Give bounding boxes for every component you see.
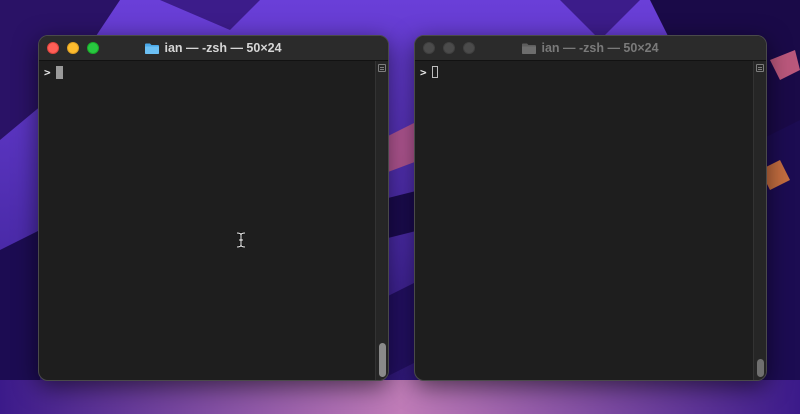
terminal-output[interactable]: > [39, 61, 376, 380]
window-title: ian — -zsh — 50×24 [164, 41, 282, 55]
window-title-group: ian — -zsh — 50×24 [145, 41, 282, 55]
text-cursor [431, 66, 438, 78]
terminal-window-left[interactable]: ian — -zsh — 50×24 > [38, 35, 389, 381]
vertical-scrollbar[interactable] [375, 61, 388, 380]
scroll-options-icon[interactable] [756, 64, 764, 72]
minimize-button[interactable] [67, 42, 79, 54]
folder-icon [145, 43, 160, 54]
zoom-button[interactable] [463, 42, 475, 54]
prompt-symbol: > [44, 65, 51, 79]
traffic-lights [47, 42, 99, 54]
prompt-symbol: > [420, 65, 427, 79]
ibeam-cursor-icon [236, 232, 246, 248]
scroll-thumb[interactable] [757, 359, 764, 377]
titlebar[interactable]: ian — -zsh — 50×24 [39, 36, 388, 61]
folder-icon [522, 43, 537, 54]
scroll-thumb[interactable] [379, 343, 386, 377]
terminal-window-right[interactable]: ian — -zsh — 50×24 > [414, 35, 767, 381]
prompt-line: > [420, 65, 749, 79]
text-cursor [55, 65, 63, 79]
window-title: ian — -zsh — 50×24 [541, 41, 659, 55]
zoom-button[interactable] [87, 42, 99, 54]
minimize-button[interactable] [443, 42, 455, 54]
scroll-options-icon[interactable] [378, 64, 386, 72]
titlebar[interactable]: ian — -zsh — 50×24 [415, 36, 766, 61]
terminal-output[interactable]: > [415, 61, 754, 380]
close-button[interactable] [47, 42, 59, 54]
prompt-line: > [44, 65, 371, 79]
window-title-group: ian — -zsh — 50×24 [522, 41, 659, 55]
close-button[interactable] [423, 42, 435, 54]
traffic-lights [423, 42, 475, 54]
vertical-scrollbar[interactable] [753, 61, 766, 380]
